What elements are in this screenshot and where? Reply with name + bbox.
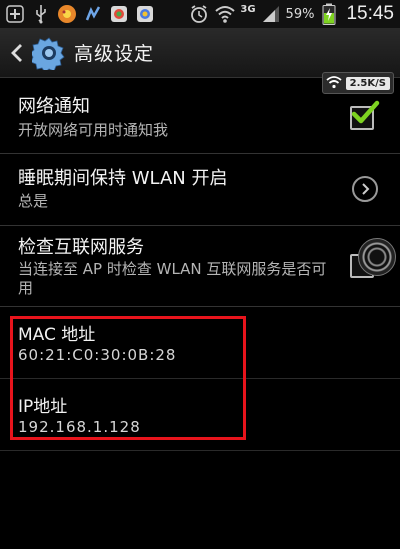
setting-check-internet[interactable]: 检查互联网服务 当连接至 AP 时检查 WLAN 互联网服务是否可用 [0,226,400,306]
highlight-annotation-box [10,316,246,440]
status-bar: 3G 59% 15:45 [0,0,400,28]
app-icon-1 [56,3,78,25]
check-internet-title: 检查互联网服务 [18,237,144,258]
usb-icon [30,3,52,25]
divider [0,450,400,451]
clock: 15:45 [346,3,394,24]
signal-icon [260,3,282,25]
setting-keep-wlan-sleep[interactable]: 睡眠期间保持 WLAN 开启 总是 [0,154,400,224]
network-notify-summary: 开放网络可用时通知我 [18,121,169,139]
network-notify-checkbox[interactable] [350,100,380,130]
battery-charging-icon [318,3,340,25]
check-internet-summary: 当连接至 AP 时检查 WLAN 互联网服务是否可用 [18,260,327,297]
back-chevron-icon[interactable] [8,41,26,65]
gear-icon [32,36,66,70]
checkmark-icon [350,98,380,132]
alarm-icon [188,3,210,25]
keep-wlan-sleep-title: 睡眠期间保持 WLAN 开启 [18,168,228,189]
action-bar: 高级设定 [0,28,400,78]
wifi-icon [214,3,236,25]
touch-indicator-icon [358,238,396,276]
app-icon-4 [134,3,156,25]
page-title: 高级设定 [74,43,155,65]
app-icon-2 [82,3,104,25]
battery-percent: 59% [285,6,315,22]
keep-wlan-sleep-summary: 总是 [18,192,49,210]
add-icon [4,3,26,25]
network-type: 3G [240,3,256,15]
setting-network-notify[interactable]: 网络通知 开放网络可用时通知我 [0,78,400,152]
chevron-right-circle-icon[interactable] [352,176,378,202]
network-notify-title: 网络通知 [18,96,90,117]
app-icon-3 [108,3,130,25]
